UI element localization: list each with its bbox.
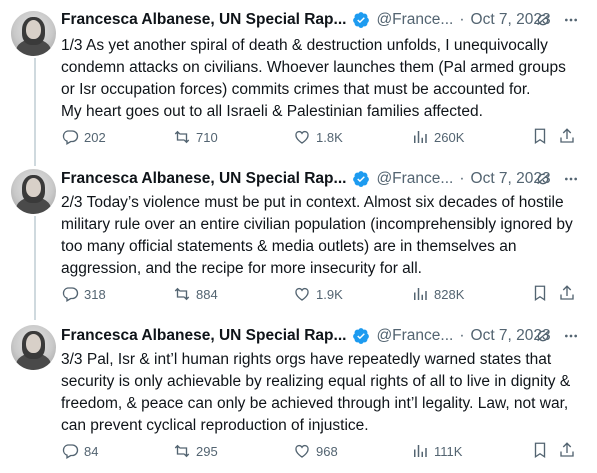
grok-icon[interactable] — [535, 171, 551, 187]
repost-button[interactable]: 710 — [173, 127, 218, 147]
views-icon — [414, 288, 427, 300]
views-button[interactable]: 111K — [411, 441, 462, 461]
like-button[interactable]: 1.9K — [293, 284, 343, 304]
tweet[interactable]: Francesca Albanese, UN Special Rap... @F… — [0, 314, 597, 473]
bookmark-icon[interactable] — [531, 441, 549, 459]
more-icon[interactable] — [561, 171, 581, 187]
reply-button[interactable]: 202 — [61, 127, 106, 147]
reply-icon — [62, 130, 79, 145]
tweet-header: Francesca Albanese, UN Special Rap... @F… — [61, 9, 551, 31]
repost-count: 884 — [196, 286, 218, 302]
tweet[interactable]: Francesca Albanese, UN Special Rap... @F… — [0, 0, 597, 160]
more-icon[interactable] — [561, 12, 581, 28]
reply-icon — [62, 287, 79, 302]
tweet-header: Francesca Albanese, UN Special Rap... @F… — [61, 168, 551, 190]
like-button[interactable]: 968 — [293, 441, 338, 461]
author-handle[interactable]: @France... — [376, 170, 453, 188]
separator: · — [459, 327, 465, 344]
repost-count: 710 — [196, 129, 218, 145]
more-icon[interactable] — [561, 328, 581, 344]
verified-badge-icon[interactable] — [352, 11, 370, 29]
repost-icon — [174, 444, 190, 458]
reply-icon — [62, 444, 79, 459]
reply-count: 318 — [84, 286, 106, 302]
author-handle[interactable]: @France... — [376, 327, 453, 345]
reply-button[interactable]: 84 — [61, 441, 98, 461]
tweet-actions: 84 295 968 111K — [61, 441, 591, 461]
reply-count: 84 — [84, 443, 99, 459]
grok-icon[interactable] — [535, 12, 551, 28]
grok-icon[interactable] — [535, 328, 551, 344]
views-count: 828K — [434, 286, 465, 302]
views-count: 111K — [434, 443, 463, 459]
share-icon[interactable] — [558, 127, 576, 145]
separator: · — [459, 170, 465, 187]
tweet[interactable]: Francesca Albanese, UN Special Rap... @F… — [0, 158, 597, 316]
repost-button[interactable]: 295 — [173, 441, 218, 461]
views-icon — [414, 131, 427, 143]
repost-button[interactable]: 884 — [173, 284, 218, 304]
tweet-actions: 318 884 1.9K 828K — [61, 284, 591, 304]
like-button[interactable]: 1.8K — [293, 127, 343, 147]
author-name[interactable]: Francesca Albanese, UN Special Rap... — [61, 11, 346, 29]
reply-button[interactable]: 318 — [61, 284, 106, 304]
views-count: 260K — [434, 129, 465, 145]
author-handle[interactable]: @France... — [376, 11, 453, 29]
avatar[interactable] — [11, 325, 56, 370]
verified-badge-icon[interactable] — [352, 327, 370, 345]
avatar[interactable] — [11, 169, 56, 214]
views-icon — [414, 445, 427, 457]
separator: · — [459, 11, 465, 28]
author-name[interactable]: Francesca Albanese, UN Special Rap... — [61, 327, 346, 345]
tweet-header: Francesca Albanese, UN Special Rap... @F… — [61, 325, 551, 347]
bookmark-icon[interactable] — [531, 284, 549, 302]
bookmark-icon[interactable] — [531, 127, 549, 145]
verified-badge-icon[interactable] — [352, 170, 370, 188]
like-icon — [295, 287, 309, 301]
tweet-actions: 202 710 1.8K 260K — [61, 127, 591, 147]
tweet-thread: Francesca Albanese, UN Special Rap... @F… — [0, 0, 597, 473]
repost-icon — [174, 287, 190, 301]
tweet-text: 2/3 Today’s violence must be put in cont… — [61, 194, 573, 277]
like-count: 1.8K — [316, 129, 343, 145]
tweet-text: 1/3 As yet another spiral of death & des… — [61, 37, 566, 120]
like-icon — [295, 444, 309, 458]
avatar[interactable] — [11, 11, 56, 56]
repost-count: 295 — [196, 443, 218, 459]
repost-icon — [174, 130, 190, 144]
like-count: 968 — [316, 443, 338, 459]
share-icon[interactable] — [558, 441, 576, 459]
views-button[interactable]: 260K — [411, 127, 464, 147]
tweet-text: 3/3 Pal, Isr & int’l human rights orgs h… — [61, 351, 571, 434]
views-button[interactable]: 828K — [411, 284, 464, 304]
like-count: 1.9K — [316, 286, 343, 302]
reply-count: 202 — [84, 129, 106, 145]
like-icon — [295, 130, 309, 144]
author-name[interactable]: Francesca Albanese, UN Special Rap... — [61, 170, 346, 188]
share-icon[interactable] — [558, 284, 576, 302]
